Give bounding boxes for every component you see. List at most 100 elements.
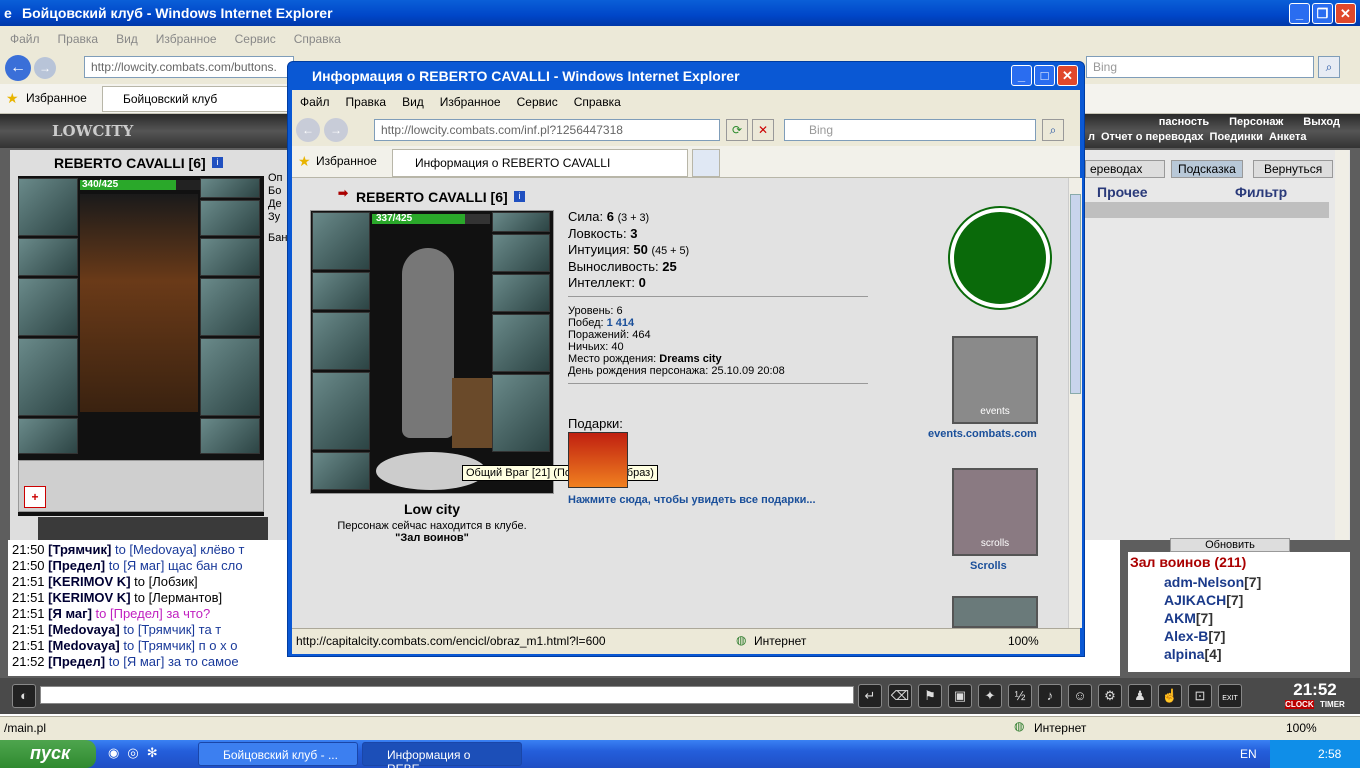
popup-menu-help[interactable]: Справка xyxy=(574,95,621,109)
hint-button[interactable]: Подсказка xyxy=(1171,160,1243,178)
save-icon[interactable]: ▣ xyxy=(948,684,972,708)
armor-slot[interactable] xyxy=(18,338,78,416)
main-tab[interactable]: Бойцовский клуб xyxy=(102,86,292,112)
eraser-icon[interactable]: ⌫ xyxy=(888,684,912,708)
gloves-slot[interactable] xyxy=(18,238,78,276)
chrome-icon[interactable]: ◎ xyxy=(127,745,138,761)
online-user[interactable]: AKM[7] xyxy=(1128,610,1350,628)
filter-icon[interactable]: ⚑ xyxy=(918,684,942,708)
gift-item[interactable] xyxy=(568,432,628,488)
lock-icon[interactable]: ⊡ xyxy=(1188,684,1212,708)
other-header[interactable]: Прочее xyxy=(1097,184,1148,200)
weapon-slot[interactable] xyxy=(18,278,78,336)
hands-icon[interactable]: ☝ xyxy=(1158,684,1182,708)
taskbar-item-club[interactable]: Бойцовский клуб - ... xyxy=(198,742,358,766)
filter-header[interactable]: Фильтр xyxy=(1235,184,1287,200)
heal-icon[interactable]: + xyxy=(24,486,46,508)
third-banner[interactable] xyxy=(952,596,1038,628)
gifts-link[interactable]: Нажмите сюда, чтобы увидеть все подарки.… xyxy=(568,494,816,506)
popup-search-icon[interactable]: ⌕ xyxy=(1042,119,1064,141)
popup-armor-slot[interactable] xyxy=(312,372,370,450)
return-button[interactable]: Вернуться xyxy=(1253,160,1333,178)
popup-minimize-button[interactable]: _ xyxy=(1011,65,1032,86)
popup-bracers-slot[interactable] xyxy=(492,274,550,312)
back-button[interactable]: ← xyxy=(5,55,31,81)
menu-transfers[interactable]: Отчет о переводах xyxy=(1101,131,1204,145)
earrings-slot[interactable] xyxy=(200,178,260,198)
events-link[interactable]: events.combats.com xyxy=(928,428,1037,440)
menu-tools[interactable]: Сервис xyxy=(235,32,276,46)
popup-earrings-slot[interactable] xyxy=(492,212,550,232)
search-icon[interactable]: ⌕ xyxy=(1318,56,1340,78)
transfers-button[interactable]: ереводах xyxy=(1085,160,1165,178)
popup-pants-slot[interactable] xyxy=(492,374,550,452)
popup-menu-edit[interactable]: Правка xyxy=(346,95,387,109)
chat-mode-icon[interactable]: ◐ xyxy=(12,684,36,708)
menu-edit[interactable]: Правка xyxy=(58,32,99,46)
menu-l[interactable]: л xyxy=(1088,131,1095,145)
new-tab-button[interactable] xyxy=(692,149,720,177)
belt-slot[interactable] xyxy=(18,418,78,454)
popup-menu-favorites[interactable]: Избранное xyxy=(440,95,501,109)
scrolls-banner[interactable]: scrolls xyxy=(952,468,1038,556)
minimize-button[interactable]: _ xyxy=(1289,3,1310,24)
menu-character[interactable]: Персонаж xyxy=(1229,116,1283,132)
chat-input[interactable] xyxy=(40,686,854,704)
zoom-level[interactable]: 100% xyxy=(1286,721,1317,735)
popup-title-bar[interactable]: Информация о REBERTO CAVALLI - Windows I… xyxy=(288,62,1084,90)
popup-menu-view[interactable]: Вид xyxy=(402,95,424,109)
stop-icon[interactable]: ✕ xyxy=(752,119,774,141)
popup-close-button[interactable]: ✕ xyxy=(1057,65,1078,86)
main-search-input[interactable]: Bing xyxy=(1086,56,1314,78)
right-scrollbar[interactable] xyxy=(1335,150,1349,540)
popup-weapon-slot[interactable] xyxy=(312,312,370,370)
taskbar-item-info[interactable]: Информация о REBE... xyxy=(362,742,522,776)
events-banner[interactable]: events xyxy=(952,336,1038,424)
wins-link[interactable]: 1 414 xyxy=(607,317,635,329)
popup-helmet-slot[interactable] xyxy=(312,212,370,270)
online-user[interactable]: Alex-B[7] xyxy=(1128,628,1350,646)
favorites-button[interactable]: Избранное xyxy=(26,91,87,105)
language-indicator[interactable]: EN xyxy=(1240,747,1257,761)
popup-favorites-button[interactable]: Избранное xyxy=(316,154,377,168)
popup-necklace-slot[interactable] xyxy=(492,234,550,272)
online-user[interactable]: alpina[4] xyxy=(1128,646,1350,664)
menu-profile[interactable]: Анкета xyxy=(1269,131,1307,145)
online-user[interactable]: adm-Nelson[7] xyxy=(1128,574,1350,592)
menu-help[interactable]: Справка xyxy=(294,32,341,46)
popup-gloves-slot[interactable] xyxy=(312,272,370,310)
forward-button[interactable]: → xyxy=(34,57,56,79)
popup-scrollbar[interactable] xyxy=(1068,178,1082,628)
refresh-icon[interactable]: ⟳ xyxy=(726,119,748,141)
smile-icon[interactable]: ☺ xyxy=(1068,684,1092,708)
popup-menu-file[interactable]: Файл xyxy=(300,95,330,109)
helmet-slot[interactable] xyxy=(18,178,78,236)
popup-search-input[interactable]: Bing xyxy=(784,119,1036,141)
fighter-icon[interactable]: ✦ xyxy=(978,684,1002,708)
popup-offhand-slot[interactable] xyxy=(492,314,550,372)
person-icon[interactable]: ♟ xyxy=(1128,684,1152,708)
firefox-icon[interactable]: ◉ xyxy=(108,745,119,761)
offhand-slot[interactable] xyxy=(200,278,260,336)
sound-icon[interactable]: ♪ xyxy=(1038,684,1062,708)
boots-slot[interactable] xyxy=(200,418,260,454)
clan-emblem[interactable] xyxy=(950,208,1050,308)
fraction-icon[interactable]: ½ xyxy=(1008,684,1032,708)
bracers-slot[interactable] xyxy=(200,238,260,276)
menu-danger[interactable]: пасность xyxy=(1159,116,1209,132)
pants-slot[interactable] xyxy=(200,338,260,416)
start-button[interactable]: пуск xyxy=(0,740,96,768)
menu-exit[interactable]: Выход xyxy=(1303,116,1340,132)
close-button[interactable]: ✕ xyxy=(1335,3,1356,24)
settings-icon[interactable]: ⚙ xyxy=(1098,684,1122,708)
popup-belt-slot[interactable] xyxy=(312,452,370,490)
menu-favorites[interactable]: Избранное xyxy=(156,32,217,46)
main-address-bar[interactable]: http://lowcity.combats.com/buttons. xyxy=(84,56,294,78)
info-icon[interactable]: i xyxy=(212,157,223,168)
popup-forward-button[interactable]: → xyxy=(324,118,348,142)
refresh-button[interactable]: Обновить xyxy=(1170,538,1290,552)
popup-info-icon[interactable]: i xyxy=(514,191,525,202)
popup-maximize-button[interactable]: □ xyxy=(1034,65,1055,86)
online-user[interactable]: AJIKACH[7] xyxy=(1128,592,1350,610)
send-icon[interactable]: ↵ xyxy=(858,684,882,708)
